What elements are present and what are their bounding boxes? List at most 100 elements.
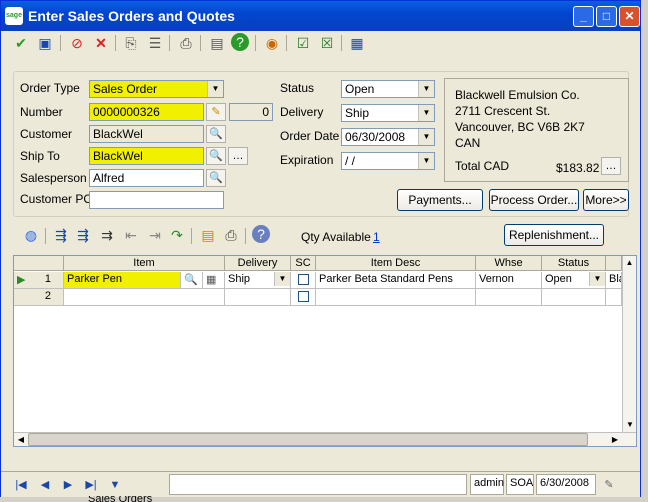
previous-record-icon[interactable]: ◀ (35, 475, 55, 495)
search-icon[interactable]: 🔍 (181, 272, 203, 289)
print-preview-icon[interactable]: ▤ (207, 33, 227, 53)
notes-icon[interactable]: ✎ (599, 475, 619, 495)
status-cell[interactable] (542, 289, 606, 306)
maximize-button[interactable]: □ (596, 6, 617, 27)
accept-icon[interactable]: ✔ (11, 33, 31, 53)
reports-icon[interactable]: ▦ (347, 33, 367, 53)
column-header-delivery[interactable]: Delivery (225, 256, 291, 271)
chevron-down-icon[interactable]: ▼ (418, 129, 434, 145)
toolbar-separator (115, 35, 116, 51)
whse-cell[interactable] (476, 289, 542, 306)
help-icon[interactable]: ? (231, 33, 249, 51)
total-value: $183.82 (556, 161, 600, 175)
ship-to-more-button[interactable]: … (228, 147, 248, 165)
item-detail-icon[interactable]: ▦ (203, 272, 225, 289)
title-bar[interactable]: sage Enter Sales Orders and Quotes _ □ ✕ (1, 1, 640, 31)
save-icon[interactable]: ▣ (35, 33, 55, 53)
payments-button[interactable]: Payments... (397, 189, 483, 211)
color-wheel-icon[interactable]: ◉ (262, 33, 282, 53)
ship-to-field[interactable]: BlackWel (89, 147, 204, 165)
append-line-icon[interactable]: ⇉ (97, 225, 117, 245)
total-detail-button[interactable]: … (601, 157, 621, 175)
ship-to-label: Ship To (20, 149, 60, 163)
sc-checkbox[interactable] (298, 291, 309, 302)
item-cell[interactable]: Parker Pen (64, 272, 181, 289)
item-desc-cell[interactable] (316, 289, 476, 306)
qty-available-link[interactable]: 1 (373, 230, 380, 244)
column-header-sc[interactable]: SC (291, 256, 316, 271)
line-print-icon[interactable]: ⎙ (221, 225, 241, 245)
delete-icon[interactable]: ⊘ (67, 33, 87, 53)
column-header-whse[interactable]: Whse (476, 256, 542, 271)
scroll-right-icon[interactable]: ▶ (608, 433, 622, 447)
last-record-icon[interactable]: ▶| (81, 475, 101, 495)
expiration-field[interactable]: / / ▼ (341, 152, 435, 170)
delivery-cell[interactable] (225, 289, 291, 306)
indent-icon[interactable]: ⇤ (121, 225, 141, 245)
customer-field[interactable]: BlackWel (89, 125, 204, 143)
line-notes-icon[interactable]: ▤ (198, 225, 218, 245)
next-record-icon[interactable]: ▶ (58, 475, 78, 495)
first-record-icon[interactable]: |◀ (11, 475, 31, 495)
replenishment-button[interactable]: Replenishment... (504, 224, 604, 246)
horizontal-scrollbar[interactable]: ◀ ▶ (14, 432, 636, 446)
chevron-down-icon[interactable]: ▼ (418, 81, 434, 97)
outdent-icon[interactable]: ⇥ (145, 225, 165, 245)
number-field[interactable]: 0000000326 (89, 103, 204, 121)
order-type-select[interactable]: Sales Order ▼ (89, 80, 224, 98)
undo-check-icon[interactable]: ☒ (317, 33, 337, 53)
grid-corner (14, 256, 64, 271)
globe-icon[interactable]: ◍ (21, 225, 41, 245)
process-order-button[interactable]: Process Order... (489, 189, 579, 211)
insert-line-icon[interactable]: ⇶ (51, 225, 71, 245)
notes-icon[interactable]: ☰ (145, 33, 165, 53)
print-icon[interactable]: ⎙ (176, 33, 196, 53)
chevron-down-icon[interactable]: ▼ (418, 105, 434, 121)
table-row[interactable]: 2 (14, 289, 64, 306)
minimize-button[interactable]: _ (573, 6, 594, 27)
more-button[interactable]: More>> (583, 189, 629, 211)
next-number-icon[interactable]: ✎ (206, 103, 226, 121)
chevron-down-icon[interactable]: ▼ (207, 81, 223, 97)
delivery-select[interactable]: Ship ▼ (341, 104, 435, 122)
sc-checkbox-cell[interactable] (291, 289, 316, 306)
copy-icon[interactable]: ⎘ (121, 33, 141, 53)
chevron-down-icon[interactable]: ▼ (418, 153, 434, 169)
sc-checkbox-cell[interactable] (291, 272, 316, 289)
status-cell[interactable]: Open ▼ (542, 272, 606, 289)
toolbar-separator (255, 35, 256, 51)
customer-po-field[interactable] (89, 191, 224, 209)
overflow-cell[interactable] (606, 289, 622, 306)
search-icon[interactable]: 🔍 (206, 147, 226, 165)
line-help-icon[interactable]: ? (252, 225, 270, 243)
scroll-up-icon[interactable]: ▲ (623, 256, 636, 270)
table-row[interactable]: ▶ 1 (14, 272, 64, 289)
address-line-1: Blackwell Emulsion Co. (455, 88, 580, 102)
order-date-field[interactable]: 06/30/2008 ▼ (341, 128, 435, 146)
redo-arrow-icon[interactable]: ↷ (167, 225, 187, 245)
item-cell[interactable] (64, 289, 225, 306)
search-icon[interactable]: 🔍 (206, 125, 226, 143)
whse-cell[interactable]: Vernon (476, 272, 542, 289)
scroll-down-icon[interactable]: ▼ (623, 418, 637, 432)
close-button[interactable]: ✕ (619, 6, 640, 27)
check-icon[interactable]: ☑ (293, 33, 313, 53)
column-header-item-desc[interactable]: Item Desc (316, 256, 476, 271)
vertical-scrollbar[interactable]: ▲ ▼ (622, 256, 636, 432)
search-icon[interactable]: 🔍 (206, 169, 226, 187)
chevron-down-icon[interactable]: ▼ (274, 272, 290, 286)
scroll-thumb[interactable] (28, 433, 588, 446)
cancel-icon[interactable]: ✕ (91, 33, 111, 53)
salesperson-field[interactable]: Alfred (89, 169, 204, 187)
insert-line-after-icon[interactable]: ⇶ (73, 225, 93, 245)
overflow-cell[interactable]: Bla (606, 272, 622, 289)
delivery-cell[interactable]: Ship ▼ (225, 272, 291, 289)
sc-checkbox[interactable] (298, 274, 309, 285)
item-desc-cell[interactable]: Parker Beta Standard Pens (316, 272, 476, 289)
status-select[interactable]: Open ▼ (341, 80, 435, 98)
column-header-status[interactable]: Status (542, 256, 606, 271)
scroll-left-icon[interactable]: ◀ (14, 433, 28, 447)
chevron-down-icon[interactable]: ▼ (589, 272, 605, 286)
filter-icon[interactable]: ▼ (105, 475, 125, 495)
column-header-item[interactable]: Item (64, 256, 225, 271)
